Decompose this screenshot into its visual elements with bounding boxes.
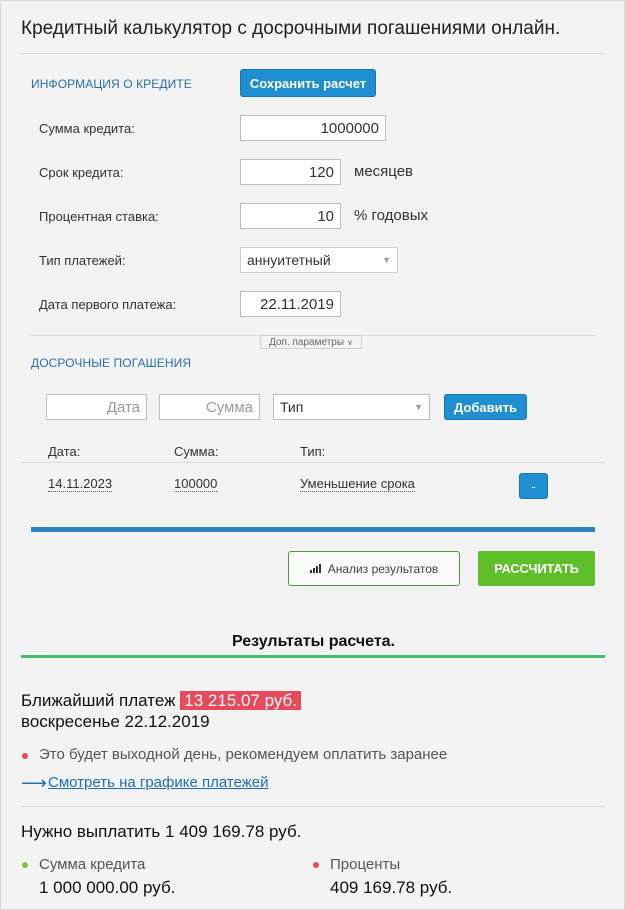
bar-chart-icon	[309, 564, 321, 573]
chevron-down-icon: ∨	[347, 337, 353, 347]
divider	[21, 462, 605, 463]
section-separator	[31, 527, 595, 532]
repayment-date-input[interactable]: Дата	[46, 394, 147, 420]
amount-label: Сумма кредита:	[39, 121, 135, 136]
calculator-panel: Кредитный калькулятор с досрочными погаш…	[0, 0, 625, 910]
next-payment-date: воскресенье 22.12.2019	[21, 712, 210, 731]
principal-dot-icon	[22, 862, 28, 868]
first-payment-label: Дата первого платежа:	[39, 297, 177, 312]
divider	[21, 53, 605, 54]
repayment-sum-input[interactable]: Сумма	[159, 394, 260, 420]
results-underline	[21, 655, 605, 658]
results-title: Результаты расчета.	[232, 633, 395, 650]
early-repayments-label: ДОСРОЧНЫЕ ПОГАШЕНИЯ	[31, 356, 192, 370]
term-unit: месяцев	[354, 163, 414, 180]
rate-input[interactable]: 10	[240, 203, 341, 229]
remove-repayment-button[interactable]: -	[519, 473, 548, 499]
payment-type-label: Тип платежей:	[39, 253, 126, 268]
weekend-note: Это будет выходной день, рекомендуем опл…	[39, 746, 448, 763]
repayment-type-placeholder: Тип	[280, 399, 304, 415]
analysis-button-label: Анализ результатов	[327, 561, 439, 576]
repayment-sum-cell[interactable]: 100000	[174, 476, 218, 492]
payment-type-select[interactable]: аннуитетный ▼	[240, 247, 398, 273]
add-repayment-button[interactable]: Добавить	[444, 394, 527, 420]
next-payment: Ближайший платеж 13 215.07 руб.	[21, 691, 302, 711]
save-calculation-button[interactable]: Сохранить расчет	[240, 69, 376, 97]
extra-params-toggle[interactable]: Доп. параметры ∨	[260, 335, 362, 349]
credit-info-label: ИНФОРМАЦИЯ О КРЕДИТЕ	[31, 77, 192, 91]
extra-params-label: Доп. параметры	[269, 336, 345, 348]
arrow-right-icon: ⟶	[21, 773, 47, 793]
interest-label: Проценты	[330, 856, 401, 873]
rate-label: Процентная ставка:	[39, 209, 159, 224]
principal-value: 1 000 000.00 руб.	[39, 878, 176, 897]
repayment-type-cell[interactable]: Уменьшение срока	[300, 476, 415, 492]
amount-input[interactable]: 1000000	[240, 115, 386, 141]
next-payment-prefix: Ближайший платеж	[21, 691, 176, 710]
page-title: Кредитный калькулятор с досрочными погаш…	[21, 18, 561, 39]
first-payment-date-input[interactable]: 22.11.2019	[240, 291, 341, 317]
chevron-down-icon: ▼	[414, 402, 423, 412]
divider	[21, 806, 605, 807]
column-header-type: Тип:	[300, 444, 326, 459]
chevron-down-icon: ▼	[382, 255, 391, 265]
term-label: Срок кредита:	[39, 165, 124, 180]
next-payment-amount: 13 215.07 руб.	[180, 691, 302, 710]
payment-type-value: аннуитетный	[247, 252, 331, 268]
repayment-type-select[interactable]: Тип ▼	[273, 394, 430, 420]
interest-dot-icon	[313, 862, 319, 868]
column-header-sum: Сумма:	[174, 444, 219, 459]
principal-label: Сумма кредита	[39, 856, 146, 873]
rate-unit: % годовых	[354, 207, 429, 224]
warning-dot-icon	[22, 753, 28, 759]
total-to-pay: Нужно выплатить 1 409 169.78 руб.	[21, 822, 302, 841]
column-header-date: Дата:	[48, 444, 81, 459]
analysis-button[interactable]: Анализ результатов	[288, 551, 460, 586]
interest-value: 409 169.78 руб.	[330, 878, 453, 897]
term-input[interactable]: 120	[240, 159, 341, 185]
repayment-date-cell[interactable]: 14.11.2023	[48, 476, 113, 492]
calculate-button[interactable]: РАССЧИТАТЬ	[478, 551, 595, 586]
schedule-link[interactable]: Смотреть на графике платежей	[48, 774, 269, 791]
